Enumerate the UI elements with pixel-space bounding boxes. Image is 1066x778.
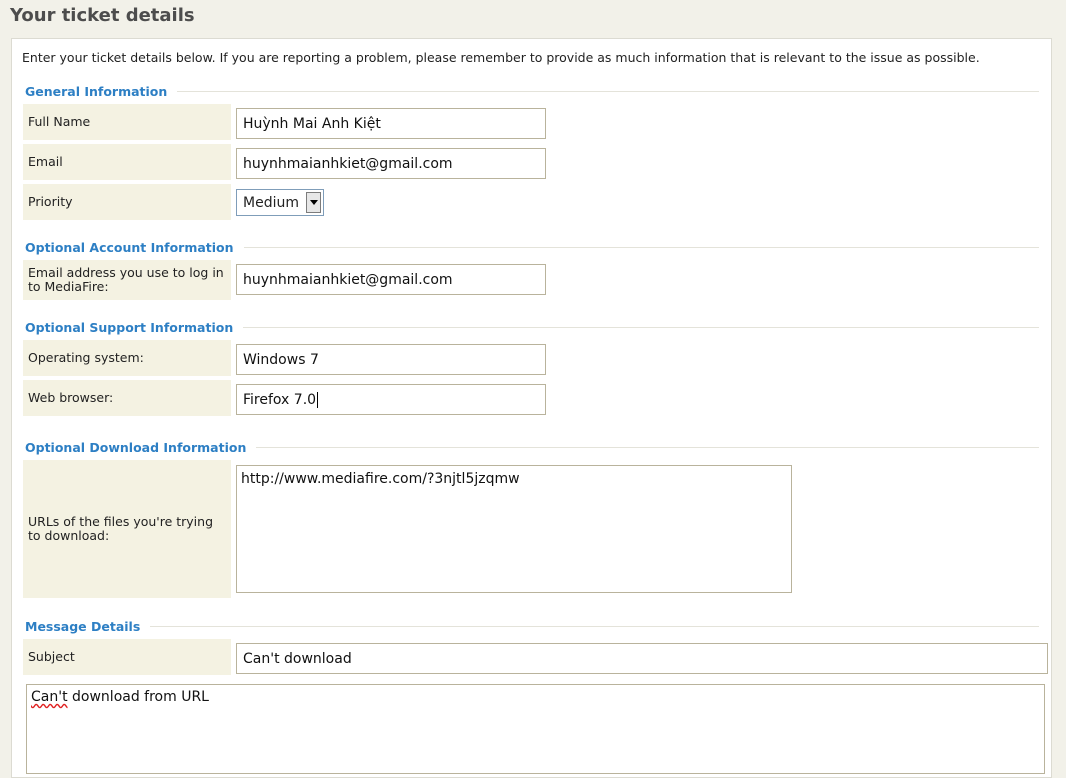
subject-input[interactable]: Can't download <box>236 643 1048 674</box>
section-account-information: Optional Account Information <box>25 238 1039 256</box>
section-support-information: Optional Support Information <box>25 318 1039 336</box>
intro-text: Enter your ticket details below. If you … <box>22 50 980 65</box>
section-general-information: General Information <box>25 82 1039 100</box>
priority-select[interactable]: Medium <box>236 189 324 216</box>
email-input[interactable]: huynhmaianhkiet@gmail.com <box>236 148 546 179</box>
text-cursor <box>317 391 319 408</box>
urls-textarea[interactable]: http://www.mediafire.com/?3njtl5jzqmw <box>236 465 792 593</box>
chevron-down-icon[interactable] <box>306 192 321 213</box>
subject-label: Subject <box>23 639 231 675</box>
operating-system-input[interactable]: Windows 7 <box>236 344 546 375</box>
section-title: General Information <box>25 83 168 99</box>
full-name-label: Full Name <box>23 104 231 140</box>
login-email-input[interactable]: huynhmaianhkiet@gmail.com <box>236 264 546 295</box>
priority-label: Priority <box>23 184 231 220</box>
web-browser-label: Web browser: <box>23 380 231 416</box>
web-browser-input[interactable]: Firefox 7.0 <box>236 384 546 415</box>
page-title: Your ticket details <box>10 5 195 26</box>
section-divider <box>177 90 1039 92</box>
section-download-information: Optional Download Information <box>25 438 1039 456</box>
login-email-label: Email address you use to log in to Media… <box>23 260 231 300</box>
operating-system-label: Operating system: <box>23 340 231 376</box>
ticket-form-panel: Enter your ticket details below. If you … <box>11 38 1052 778</box>
section-message-details: Message Details <box>25 617 1039 635</box>
email-label: Email <box>23 144 231 180</box>
message-textarea[interactable]: Can't download from URL <box>26 684 1045 774</box>
misspelled-word: Can't <box>31 689 68 705</box>
urls-label: URLs of the files you're trying to downl… <box>23 460 231 598</box>
full-name-input[interactable]: Huỳnh Mai Anh Kiệt <box>236 108 546 139</box>
